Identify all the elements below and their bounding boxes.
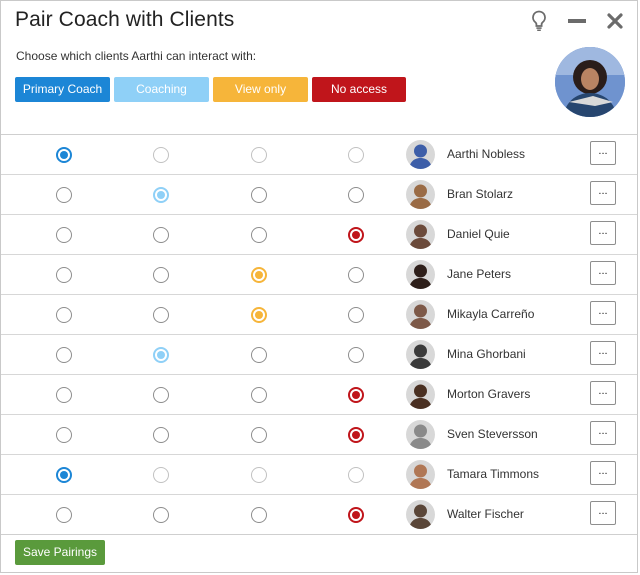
primary-coach-radio[interactable]	[56, 507, 72, 523]
view-only-radio[interactable]	[251, 467, 267, 483]
client-row: Walter Fischer...	[1, 495, 637, 535]
coaching-radio[interactable]	[153, 507, 169, 523]
client-name: Jane Peters	[447, 267, 512, 281]
no-access-radio[interactable]	[348, 187, 364, 203]
no-access-radio[interactable]	[348, 147, 364, 163]
coaching-radio[interactable]	[153, 267, 169, 283]
client-row: Aarthi Nobless...	[1, 135, 637, 175]
coaching-radio[interactable]	[153, 147, 169, 163]
client-row: Morton Gravers...	[1, 375, 637, 415]
primary-coach-radio[interactable]	[56, 427, 72, 443]
client-name: Walter Fischer	[447, 507, 524, 521]
no-access-radio[interactable]	[348, 427, 364, 443]
primary-coach-radio[interactable]	[56, 187, 72, 203]
primary-coach-radio[interactable]	[56, 467, 72, 483]
view-only-radio[interactable]	[251, 507, 267, 523]
primary-coach-radio[interactable]	[56, 267, 72, 283]
client-name: Sven Steversson	[447, 427, 538, 441]
save-pairings-button[interactable]: Save Pairings	[15, 540, 105, 565]
client-avatar	[406, 500, 435, 529]
more-options-button[interactable]: ...	[590, 341, 616, 365]
coaching-radio[interactable]	[153, 187, 169, 203]
primary-coach-radio[interactable]	[56, 387, 72, 403]
client-row: Mikayla Carreño...	[1, 295, 637, 335]
primary-coach-radio[interactable]	[56, 307, 72, 323]
more-options-button[interactable]: ...	[590, 181, 616, 205]
client-row: Tamara Timmons...	[1, 455, 637, 495]
no-access-radio[interactable]	[348, 227, 364, 243]
no-access-radio[interactable]	[348, 307, 364, 323]
client-name: Mikayla Carreño	[447, 307, 535, 321]
client-name: Bran Stolarz	[447, 187, 514, 201]
close-icon[interactable]	[603, 9, 627, 33]
primary-coach-button[interactable]: Primary Coach	[15, 77, 110, 102]
primary-coach-radio[interactable]	[56, 227, 72, 243]
coaching-radio[interactable]	[153, 307, 169, 323]
coach-avatar	[555, 47, 625, 117]
client-avatar	[406, 180, 435, 209]
view-only-radio[interactable]	[251, 387, 267, 403]
client-row: Mina Ghorbani...	[1, 335, 637, 375]
dialog-title: Pair Coach with Clients	[15, 8, 235, 31]
client-row: Bran Stolarz...	[1, 175, 637, 215]
client-row: Jane Peters...	[1, 255, 637, 295]
coaching-radio[interactable]	[153, 227, 169, 243]
client-name: Daniel Quie	[447, 227, 510, 241]
no-access-button[interactable]: No access	[312, 77, 406, 102]
view-only-radio[interactable]	[251, 347, 267, 363]
dialog-subtitle: Choose which clients Aarthi can interact…	[16, 49, 257, 63]
more-options-button[interactable]: ...	[590, 301, 616, 325]
access-level-legend: Primary Coach Coaching View only No access	[15, 77, 406, 102]
client-avatar	[406, 380, 435, 409]
title-actions	[527, 9, 627, 33]
coaching-radio[interactable]	[153, 347, 169, 363]
client-row: Sven Steversson...	[1, 415, 637, 455]
more-options-button[interactable]: ...	[590, 501, 616, 525]
no-access-radio[interactable]	[348, 347, 364, 363]
client-avatar	[406, 420, 435, 449]
primary-coach-radio[interactable]	[56, 147, 72, 163]
view-only-button[interactable]: View only	[213, 77, 308, 102]
client-avatar	[406, 140, 435, 169]
view-only-radio[interactable]	[251, 267, 267, 283]
coaching-radio[interactable]	[153, 427, 169, 443]
more-options-button[interactable]: ...	[590, 261, 616, 285]
more-options-button[interactable]: ...	[590, 421, 616, 445]
client-avatar	[406, 340, 435, 369]
no-access-radio[interactable]	[348, 467, 364, 483]
primary-coach-radio[interactable]	[56, 347, 72, 363]
client-avatar	[406, 300, 435, 329]
client-avatar	[406, 220, 435, 249]
client-avatar	[406, 260, 435, 289]
lightbulb-icon[interactable]	[527, 9, 551, 33]
client-name: Morton Gravers	[447, 387, 531, 401]
no-access-radio[interactable]	[348, 507, 364, 523]
client-name: Mina Ghorbani	[447, 347, 526, 361]
client-name: Tamara Timmons	[447, 467, 540, 481]
more-options-button[interactable]: ...	[590, 141, 616, 165]
coaching-button[interactable]: Coaching	[114, 77, 209, 102]
view-only-radio[interactable]	[251, 187, 267, 203]
view-only-radio[interactable]	[251, 427, 267, 443]
coaching-radio[interactable]	[153, 467, 169, 483]
client-row: Daniel Quie...	[1, 215, 637, 255]
no-access-radio[interactable]	[348, 267, 364, 283]
view-only-radio[interactable]	[251, 147, 267, 163]
view-only-radio[interactable]	[251, 307, 267, 323]
minimize-icon[interactable]	[565, 9, 589, 33]
no-access-radio[interactable]	[348, 387, 364, 403]
pair-coach-dialog: Pair Coach with Clients Choose which cli…	[0, 0, 638, 573]
client-table: Aarthi Nobless... Bran Stolarz... Daniel Q…	[1, 134, 637, 535]
more-options-button[interactable]: ...	[590, 221, 616, 245]
client-avatar	[406, 460, 435, 489]
view-only-radio[interactable]	[251, 227, 267, 243]
more-options-button[interactable]: ...	[590, 461, 616, 485]
coaching-radio[interactable]	[153, 387, 169, 403]
more-options-button[interactable]: ...	[590, 381, 616, 405]
client-name: Aarthi Nobless	[447, 147, 526, 161]
